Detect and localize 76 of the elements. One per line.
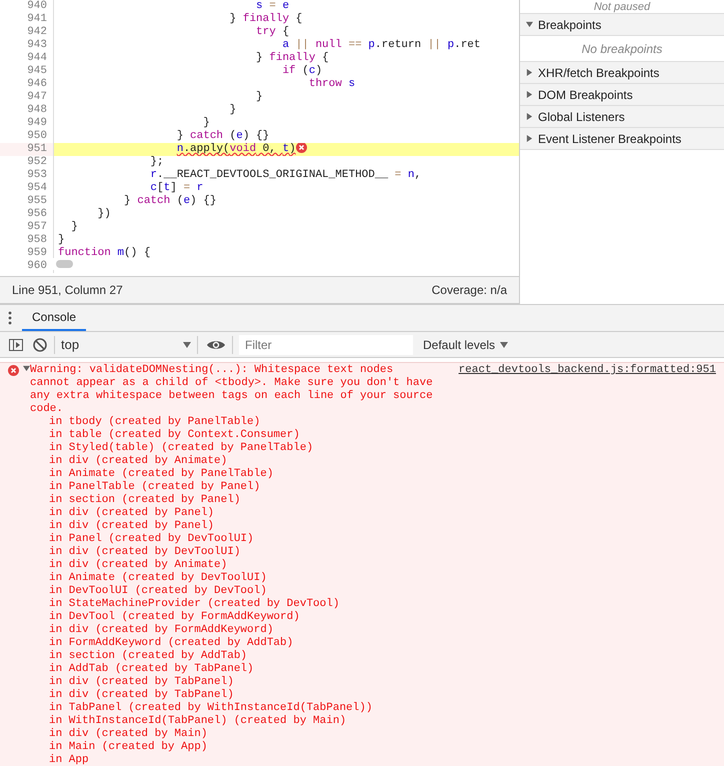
paused-status: Not paused <box>594 0 650 12</box>
code-line: r.__REACT_DEVTOOLS_ORIGINAL_METHOD__ = n, <box>149 169 422 182</box>
collapse-arrow-icon[interactable] <box>526 21 533 28</box>
stack-frame: in div (created by Animate) <box>23 455 716 468</box>
stack-frame: in AddTab (created by TabPanel) <box>23 663 716 676</box>
code-line: } catch (e) {} <box>123 195 216 208</box>
code-line: try { <box>255 26 290 39</box>
sidebar-section-header[interactable]: DOM Breakpoints <box>520 84 724 106</box>
stack-frame: in div (created by TabPanel) <box>23 689 716 702</box>
scrollbar-thumb[interactable] <box>56 260 73 268</box>
more-icon[interactable] <box>8 311 12 325</box>
log-levels-dropdown[interactable]: Default levels <box>419 338 512 352</box>
code-line: } finally { <box>228 13 302 26</box>
stack-frame: in TabPanel (created by WithInstanceId(TabPanel)) <box>23 702 716 715</box>
code-line: } <box>228 104 236 117</box>
stack-frame: in div (created by Panel) <box>23 507 716 520</box>
caret-icon <box>183 342 191 348</box>
sidebar-toggle-icon[interactable] <box>8 336 24 352</box>
code-line: c[t] = r <box>149 182 204 195</box>
stack-frame: in App <box>23 754 716 766</box>
source-link[interactable]: react_devtools_backend.js:formatted:951 <box>458 364 716 416</box>
code-line: } <box>255 91 263 104</box>
filter-field[interactable]: Filter <box>239 334 413 354</box>
stack-frame: in StateMachineProvider (created by DevTool) <box>23 598 716 611</box>
stack-frame: in Animate (created by DevToolUI) <box>23 572 716 585</box>
sidebar-section-header[interactable]: Event Listener Breakpoints <box>520 128 724 150</box>
sidebar-section-header[interactable]: Global Listeners <box>520 106 724 128</box>
code-line: } catch (e) {} <box>176 130 270 143</box>
error-icon <box>8 365 19 376</box>
stack-frame: in DevToolUI (created by DevTool) <box>23 585 716 598</box>
code-line: if (c) <box>281 65 322 78</box>
error-icon <box>296 143 307 152</box>
cursor-position: Line 951, Column 27 <box>12 283 123 298</box>
expand-arrow-icon[interactable] <box>526 135 533 142</box>
line-number: 951 <box>0 143 54 156</box>
code-editor[interactable] <box>0 0 519 278</box>
expand-arrow-icon[interactable] <box>526 91 533 98</box>
code-line: function m() { <box>58 247 150 260</box>
stack-frame: in section (created by AddTab) <box>23 650 716 663</box>
caret-icon <box>500 342 508 348</box>
collapse-arrow-icon[interactable] <box>23 365 30 372</box>
code-line: } <box>58 234 65 247</box>
stack-frame: in div (created by DevToolUI) <box>23 546 716 559</box>
coverage-label: Coverage: n/a <box>432 283 507 298</box>
stack-frame: in div (created by Main) <box>23 728 716 741</box>
code-line: } <box>70 221 78 234</box>
code-line: n.apply(void 0, t) <box>176 143 296 156</box>
stack-frame: in div (created by TabPanel) <box>23 676 716 689</box>
stack-frame: in div (created by Animate) <box>23 559 716 572</box>
code-line: throw s <box>308 78 356 91</box>
stack-frame: in PanelTable (created by Panel) <box>23 481 716 494</box>
code-line: a || null == p.return || p.ret <box>281 39 481 52</box>
code-line: s = e <box>255 0 290 13</box>
stack-frame: in WithInstanceId(TabPanel) (created by Main) <box>23 715 716 728</box>
stack-frame: in Styled(table) (created by PanelTable) <box>23 442 716 455</box>
code-line: } <box>202 117 210 130</box>
stack-frame: in DevTool (created by FormAddKeyword) <box>23 611 716 624</box>
sidebar-section-header[interactable]: XHR/fetch Breakpoints <box>520 62 724 84</box>
expand-arrow-icon[interactable] <box>526 69 533 76</box>
stack-frame: in div (created by Panel) <box>23 520 716 533</box>
context-selector[interactable]: top <box>55 337 197 352</box>
code-line: }) <box>96 208 111 221</box>
code-line: }; <box>149 156 164 169</box>
stack-frame: in Panel (created by DevToolUI) <box>23 533 716 546</box>
code-line: } finally { <box>255 52 329 65</box>
stack-frame: in Animate (created by PanelTable) <box>23 468 716 481</box>
clear-icon[interactable] <box>32 336 48 352</box>
stack-frame: in tbody (created by PanelTable) <box>23 416 716 429</box>
expand-arrow-icon[interactable] <box>526 113 533 120</box>
sidebar-section-header[interactable]: Breakpoints <box>520 14 724 36</box>
stack-frame: in table (created by Context.Consumer) <box>23 429 716 442</box>
stack-frame: in div (created by FormAddKeyword) <box>23 624 716 637</box>
message-text: Warning: validateDOMNesting(...): Whitespace text nodes cannot appear as a child of <tbody>. Make sure you don't have any extra whitespace between tags on each line of your source code. <box>30 364 434 416</box>
stack-frame: in section (created by Panel) <box>23 494 716 507</box>
stack-frame: in Main (created by App) <box>23 741 716 754</box>
stack-frame: in FormAddKeyword (created by AddTab) <box>23 637 716 650</box>
